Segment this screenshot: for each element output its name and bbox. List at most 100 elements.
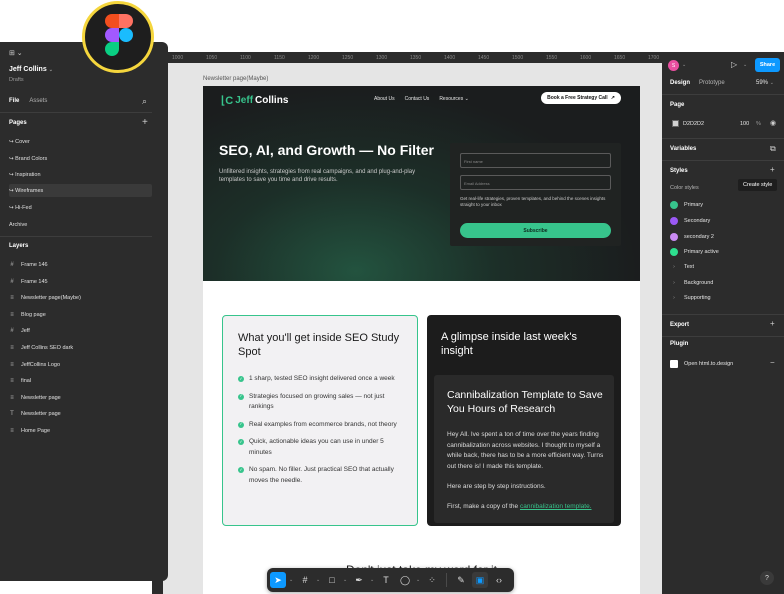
variables-settings-icon[interactable]: ⧉ <box>770 144 776 154</box>
frame-label[interactable]: Newsletter page(Maybe) <box>203 76 268 82</box>
chevron-down-icon[interactable]: ⌄ <box>343 577 348 583</box>
layer-item[interactable]: ≡ Blog page <box>9 312 46 318</box>
frame-tool-icon[interactable]: # <box>297 572 313 588</box>
book-call-label: Book a Free Strategy Call <box>547 95 608 101</box>
add-export-icon[interactable]: + <box>770 319 775 328</box>
email-input[interactable]: Email Address <box>460 175 611 190</box>
share-button[interactable]: Share <box>755 58 780 72</box>
page-item-wireframes[interactable]: ↪ Wireframes <box>9 184 152 197</box>
tab-design[interactable]: Design <box>670 80 690 86</box>
nav-about[interactable]: About Us <box>374 96 395 102</box>
layer-item[interactable]: ≡ Home Page <box>9 428 50 434</box>
ruler-tick: 1250 <box>342 55 354 61</box>
add-style-icon[interactable]: + <box>770 165 775 174</box>
layer-item[interactable]: ≡ Jeff Collins SEO dark <box>9 345 73 351</box>
tab-file[interactable]: File <box>9 98 19 104</box>
shape-tool-icon[interactable]: □ <box>324 572 340 588</box>
style-label: Supporting <box>684 295 711 301</box>
figma-menu-icon[interactable]: ⊞ ⌄ <box>9 49 23 57</box>
nav-contact[interactable]: Contact Us <box>405 96 430 102</box>
sidebar-tabs: File Assets <box>9 98 47 104</box>
text-tool-icon[interactable]: T <box>378 572 394 588</box>
style-item-primary-active[interactable]: Primary active <box>670 248 719 256</box>
layer-item[interactable]: # Frame 146 <box>9 262 47 268</box>
zoom-level[interactable]: 59% ⌄ <box>756 80 774 86</box>
project-name[interactable]: Jeff Collins ⌄ <box>9 66 53 73</box>
draw-mode-icon[interactable]: ✎ <box>453 572 469 588</box>
add-page-icon[interactable]: + <box>142 118 148 128</box>
layer-item[interactable]: ≡ JeffCollins Logo <box>9 362 60 368</box>
dev-mode-icon[interactable]: ‹› <box>491 572 507 588</box>
chevron-down-icon[interactable]: ⌄ <box>370 577 375 583</box>
divider <box>662 94 784 95</box>
figma-logo-part <box>119 28 133 42</box>
benefit-text: Strategies focused on growing sales — no… <box>249 392 385 411</box>
layer-item[interactable]: ≡ Newsletter page <box>9 395 61 401</box>
logo-collins: Collins <box>255 95 289 106</box>
auto-layout-icon: ≡ <box>10 312 14 318</box>
move-tool-icon[interactable]: ➤ <box>270 572 286 588</box>
page-item-archive[interactable]: Archive <box>9 218 152 231</box>
page-color-hex[interactable]: D2D2D2 <box>683 121 704 127</box>
remove-icon[interactable]: − <box>770 358 775 367</box>
layer-item[interactable]: ≡ Newsletter page(Maybe) <box>9 295 81 301</box>
chevron-down-icon[interactable]: ⌄ <box>416 577 421 583</box>
style-item-secondary[interactable]: Secondary <box>670 217 710 225</box>
style-item-text[interactable]: › Text <box>670 264 694 270</box>
layer-item[interactable]: # Frame 145 <box>9 279 47 285</box>
chevron-down-icon[interactable]: ⌄ <box>682 62 686 68</box>
layer-item[interactable]: T Newsletter page <box>9 411 61 417</box>
benefits-title: What you'll get inside SEO Study Spot <box>238 332 400 358</box>
style-label: Secondary <box>684 218 711 224</box>
first-name-input[interactable]: First name <box>460 153 611 168</box>
design-mode-icon[interactable]: ▣ <box>472 572 488 588</box>
list-item: ✓ No spam. No filler. Just practical SEO … <box>238 465 408 486</box>
style-label: secondary 2 <box>684 234 714 240</box>
actions-tool-icon[interactable]: ⁘ <box>424 572 440 588</box>
style-item-supporting[interactable]: › Supporting <box>670 295 711 301</box>
auto-layout-icon: ≡ <box>10 362 14 368</box>
style-item-secondary-2[interactable]: secondary 2 <box>670 233 714 241</box>
layers-title: Layers <box>9 243 29 249</box>
style-label: Background <box>684 280 714 286</box>
search-icon[interactable]: ⌕ <box>142 96 147 107</box>
canvas[interactable]: 1000 1050 1100 1150 1200 1250 1300 1350 … <box>152 52 662 594</box>
site-logo[interactable]: ⌊C Jeff Collins <box>221 94 288 107</box>
chevron-down-icon[interactable]: ⌄ <box>316 577 321 583</box>
page-item-hi-fed[interactable]: ↪ Hi-Fed <box>9 201 152 214</box>
tab-assets[interactable]: Assets <box>29 98 47 104</box>
page-item-cover[interactable]: ↪ Cover <box>9 135 152 148</box>
template-link[interactable]: cannibalization template. <box>520 503 592 510</box>
pen-tool-icon[interactable]: ✒ <box>351 572 367 588</box>
layer-item[interactable]: # Jeff <box>9 328 29 334</box>
book-call-button[interactable]: Book a Free Strategy Call ↗ <box>541 92 621 104</box>
zoom-value: 59% <box>756 80 769 86</box>
style-item-primary[interactable]: Primary <box>670 201 703 209</box>
plugin-item[interactable]: Open html.to.design <box>670 360 733 368</box>
chevron-down-icon[interactable]: ⌄ <box>289 577 294 583</box>
plugin-icon <box>670 360 678 368</box>
page-color-swatch[interactable] <box>672 120 679 127</box>
eye-icon[interactable]: ◉ <box>770 119 776 127</box>
page-item-inspiration[interactable]: ↪ Inspiration <box>9 168 152 181</box>
chevron-down-icon[interactable]: ⌄ <box>743 62 747 68</box>
subscribe-button[interactable]: Subscribe <box>460 223 611 238</box>
page-opacity[interactable]: 100 <box>740 121 749 127</box>
frame-icon: # <box>10 328 14 334</box>
style-item-background[interactable]: › Background <box>670 280 713 286</box>
layer-label: Newsletter page <box>21 395 61 401</box>
auto-layout-icon: ≡ <box>10 395 14 401</box>
variables-title[interactable]: Variables <box>670 146 696 152</box>
help-button[interactable]: ? <box>760 571 774 585</box>
page-section-title: Page <box>670 102 685 108</box>
newsletter-frame[interactable]: ⌊C Jeff Collins About Us Contact Us Resou… <box>203 86 640 594</box>
avatar[interactable]: S <box>668 60 679 71</box>
divider <box>662 336 784 337</box>
layer-item[interactable]: ≡ final <box>9 378 31 384</box>
tab-prototype[interactable]: Prototype <box>699 80 725 86</box>
present-icon[interactable]: ▷ <box>731 60 737 69</box>
comment-tool-icon[interactable]: ◯ <box>397 572 413 588</box>
color-styles-title: Color styles <box>670 185 699 191</box>
nav-resources[interactable]: Resources ⌄ <box>439 96 469 102</box>
page-item-brand-colors[interactable]: ↪ Brand Colors <box>9 152 152 165</box>
